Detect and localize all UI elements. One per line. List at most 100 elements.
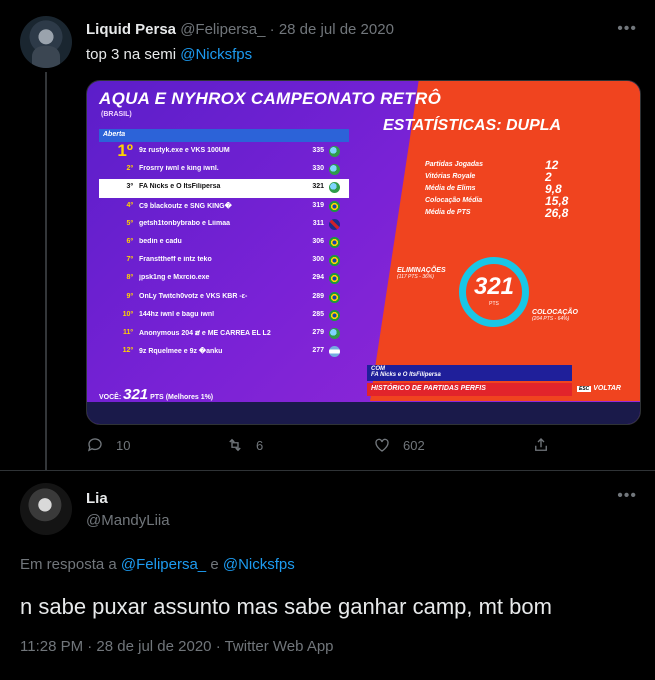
author-handle[interactable]: @MandyLiia xyxy=(86,512,170,529)
leaderboard-row: 5º getsh1tonbybrabo e Liimaa 311 xyxy=(99,216,349,234)
row-team: bedin e cadu xyxy=(139,237,182,245)
ring-unit: PTS xyxy=(489,301,499,307)
division-tab: Aberta xyxy=(99,129,349,142)
leaderboard-row: 11º Anonymous 204 ສ e ME CARREA EL L2 279 xyxy=(99,325,349,343)
row-team: OnLy Twitch0votz e VKS KBR -ε- xyxy=(139,292,248,300)
tweet-text: n sabe puxar assunto mas sabe ganhar cam… xyxy=(20,594,552,619)
stat-row: Vitórias Royale 2 xyxy=(425,170,625,185)
leaderboard-row: 9º OnLy Twitch0votz e VKS KBR -ε- 289 xyxy=(99,289,349,307)
leaderboard-row: 3º FA Nicks e O ItsFilipersa 321 xyxy=(99,179,349,198)
tweet-meta[interactable]: 11:28 PM · 28 de jul de 2020 · Twitter W… xyxy=(20,638,334,655)
row-team: FA Nicks e O ItsFilipersa xyxy=(139,183,221,191)
reply-mention-1[interactable]: @Felipersa_ xyxy=(121,556,206,573)
row-points: 285 xyxy=(312,310,324,318)
esc-key: ESC xyxy=(577,386,592,392)
author-name[interactable]: Lia xyxy=(86,490,108,507)
share-action[interactable] xyxy=(532,436,550,454)
brazil-flag-icon xyxy=(329,255,340,267)
your-score-unit: PTS xyxy=(150,394,164,401)
row-rank: 10º xyxy=(122,310,133,318)
brazil-flag-icon xyxy=(329,273,340,285)
your-score-value: 321 xyxy=(123,386,149,403)
reply-action[interactable]: 10 xyxy=(86,436,130,454)
row-team: Anonymous 204 ສ e ME CARREA EL L2 xyxy=(139,329,271,337)
leaderboard-list: 1º 9z rustyk.exe e VKS 100UM 335 2º Frosrry … xyxy=(99,141,349,361)
thread-line xyxy=(45,72,47,470)
tweet-text: top 3 na semi @Nicksfps xyxy=(86,46,252,63)
tweet-media[interactable]: AQUA E NYHROX CAMPEONATO RETRÔ (BRASIL) … xyxy=(86,80,641,425)
argentina-flag-icon xyxy=(329,346,340,358)
row-points: 277 xyxy=(312,347,324,355)
row-team: Frosrry iwnl e king iwnl. xyxy=(139,165,219,173)
reply-and: e xyxy=(206,556,223,573)
row-points: 294 xyxy=(312,274,324,282)
row-team: Fransttheff e intz teko xyxy=(139,256,212,264)
stat-row: Média de Elims 9,8 xyxy=(425,182,625,197)
avatar[interactable] xyxy=(20,483,72,535)
uk-flag-icon xyxy=(329,218,340,230)
back-control: ESC VOLTAR xyxy=(577,385,621,392)
stat-label: Média de Elims xyxy=(425,185,476,192)
heart-icon xyxy=(375,438,389,452)
leaderboard-row: 8º jpsk1ng e Mxrcio.exe 294 xyxy=(99,270,349,288)
row-team: C9 blackoutz e SNG KING� xyxy=(139,202,232,210)
row-team: 144hz iwnl e bagu iwnl xyxy=(139,310,215,318)
more-options-icon[interactable]: ••• xyxy=(617,487,637,505)
row-team: jpsk1ng e Mxrcio.exe xyxy=(139,274,210,282)
row-rank: 9º xyxy=(126,292,133,300)
row-team: getsh1tonbybrabo e Liimaa xyxy=(139,219,231,227)
eliminations-title: ELIMINAÇÕES xyxy=(397,267,446,274)
stat-row: Partidas Jogadas 12 xyxy=(425,158,625,173)
tournament-region: (BRASIL) xyxy=(101,111,132,118)
reply-prefix: Em resposta a xyxy=(20,556,121,573)
brazil-flag-icon xyxy=(329,291,340,303)
retweet-action[interactable]: 6 xyxy=(226,436,263,454)
tweet-header: Liquid Persa @Felipersa_ · 28 de jul de … xyxy=(86,21,394,38)
avatar[interactable] xyxy=(20,16,72,68)
brazil-flag-icon xyxy=(329,236,340,248)
mention-link[interactable]: @Nicksfps xyxy=(180,46,252,63)
row-rank: 8º xyxy=(126,274,133,282)
share-icon xyxy=(535,438,547,451)
row-points: 319 xyxy=(312,201,324,209)
row-points: 279 xyxy=(312,328,324,336)
reply-icon xyxy=(87,438,102,452)
author-name[interactable]: Liquid Persa xyxy=(86,21,176,38)
reply-mention-2[interactable]: @Nicksfps xyxy=(223,556,295,573)
leaderboard-row: 2º Frosrry iwnl e king iwnl. 330 xyxy=(99,161,349,179)
row-points: 321 xyxy=(312,183,324,191)
reply-context: Em resposta a @Felipersa_ e @Nicksfps xyxy=(20,556,295,573)
world-flag-icon xyxy=(329,182,340,194)
row-rank: 11º xyxy=(123,328,133,336)
tweet-main: Liquid Persa @Felipersa_ · 28 de jul de … xyxy=(0,0,655,470)
row-rank: 3º xyxy=(126,183,133,191)
leaderboard-row: 7º Fransttheff e intz teko 300 xyxy=(99,252,349,270)
stat-value: 26,8 xyxy=(545,206,569,220)
retweet-icon xyxy=(229,438,241,452)
placement-title: COLOCAÇÃO xyxy=(532,309,578,316)
row-points: 289 xyxy=(312,292,324,300)
ring-value: 321 xyxy=(473,273,515,300)
stat-row: Média de PTS 26,8 xyxy=(425,206,625,221)
placement-sub: (204 PTS - 64%) xyxy=(532,316,570,322)
stats-title: ESTATÍSTICAS: DUPLA xyxy=(383,117,562,134)
like-count: 602 xyxy=(403,437,425,453)
tweet-reply: Lia @MandyLiia ••• Em resposta a @Felipe… xyxy=(0,471,655,680)
world-flag-icon xyxy=(329,146,340,157)
more-options-icon[interactable]: ••• xyxy=(617,20,637,38)
team-name: FA Nicks e O ItsFilipersa xyxy=(371,372,441,378)
world-flag-icon xyxy=(329,327,340,339)
row-points: 330 xyxy=(312,165,324,173)
team-tag: COM FA Nicks e O ItsFilipersa xyxy=(367,365,572,381)
like-action[interactable]: 602 xyxy=(373,436,425,454)
row-team: 9z Rquelmee e 9z �anku xyxy=(139,348,223,356)
tweet-actions: 10 6 602 xyxy=(86,436,556,458)
tweet-date[interactable]: 28 de jul de 2020 xyxy=(279,21,394,38)
back-label: VOLTAR xyxy=(593,385,621,392)
row-rank: 12º xyxy=(122,347,133,355)
row-points: 311 xyxy=(312,219,324,227)
reply-count: 10 xyxy=(116,437,131,453)
author-handle[interactable]: @Felipersa_ xyxy=(180,21,265,38)
bottom-bar: HISTÓRICO DE PARTIDAS PERFIS ESC VOLTAR xyxy=(367,383,640,397)
eliminations-label: ELIMINAÇÕES (117 PTS - 36%) xyxy=(397,267,446,280)
